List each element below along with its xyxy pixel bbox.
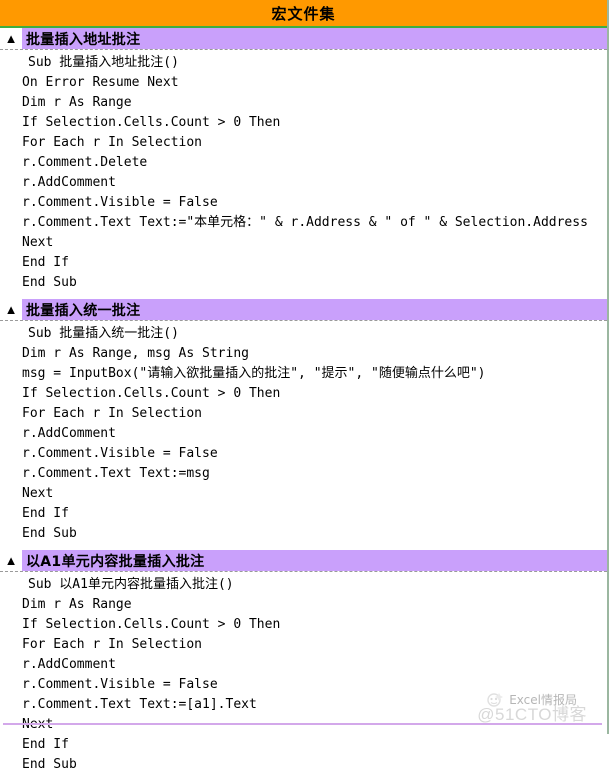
code-line: r.Comment.Delete: [22, 155, 148, 170]
code-line: End If: [22, 255, 69, 270]
code-line: r.Comment.Text Text:="本单元格：" & r.Address…: [22, 215, 588, 230]
code-line: msg = InputBox("请输入欲批量插入的批注", "提示", "随便输…: [22, 366, 486, 381]
code-line: Next: [22, 486, 54, 501]
page-footer: Excel情报局 @51CTO博客: [0, 690, 605, 734]
code-line: r.AddComment: [22, 657, 116, 672]
code-line: Dim r As Range, msg As String: [22, 346, 249, 361]
code-line: End If: [22, 737, 69, 752]
section-title-bar: 以A1单元内容批量插入批注: [22, 550, 607, 571]
page-title: 宏文件集: [271, 4, 336, 23]
section-title-bar: 批量插入统一批注: [22, 299, 607, 320]
macro-section: ▲ 批量插入地址批注 Sub 批量插入地址批注() On Error Resume N…: [0, 28, 607, 299]
sections-container: ▲ 批量插入地址批注 Sub 批量插入地址批注() On Error Resume N…: [0, 28, 607, 781]
code-line: Dim r As Range: [22, 95, 132, 110]
code-line: r.AddComment: [22, 175, 116, 190]
code-line: End Sub: [22, 757, 77, 772]
code-line: r.AddComment: [22, 426, 116, 441]
macro-collection-page: 宏文件集 ▲ 批量插入地址批注 Sub 批量插入地址批注() On Error Res…: [0, 0, 609, 781]
code-line: r.Comment.Visible = False: [22, 446, 218, 461]
code-line: On Error Resume Next: [22, 75, 179, 90]
code-block: Sub 批量插入地址批注() On Error Resume Next Dim r …: [0, 50, 607, 299]
code-line: For Each r In Selection: [22, 637, 203, 652]
site-watermark: @51CTO博客: [477, 705, 587, 724]
page-title-bar: 宏文件集: [0, 0, 607, 28]
collapse-toggle[interactable]: ▲: [0, 28, 22, 49]
code-line: End Sub: [22, 275, 77, 290]
code-line: r.Comment.Visible = False: [22, 195, 218, 210]
code-line: If Selection.Cells.Count > 0 Then: [22, 617, 281, 632]
triangle-up-icon: ▲: [4, 553, 18, 568]
footer-divider: [3, 723, 602, 725]
macro-section: ▲ 批量插入统一批注 Sub 批量插入统一批注() Dim r As Range, m…: [0, 299, 607, 550]
code-line: Dim r As Range: [22, 597, 132, 612]
code-line: For Each r In Selection: [22, 135, 203, 150]
section-title-text: 批量插入地址批注: [26, 31, 141, 48]
collapse-toggle[interactable]: ▲: [0, 550, 22, 571]
code-block: Sub 以A1单元内容批量插入批注() Dim r As Range If Sele…: [0, 572, 607, 781]
code-line: For Each r In Selection: [22, 406, 203, 421]
code-line: Sub 批量插入统一批注(): [28, 326, 179, 341]
code-line: End If: [22, 506, 69, 521]
macro-section: ▲ 以A1单元内容批量插入批注 Sub 以A1单元内容批量插入批注() Dim r A…: [0, 550, 607, 781]
code-line: Sub 批量插入地址批注(): [28, 55, 179, 70]
section-header[interactable]: ▲ 以A1单元内容批量插入批注: [0, 550, 607, 572]
code-line: Sub 以A1单元内容批量插入批注(): [28, 577, 234, 592]
section-title-text: 批量插入统一批注: [26, 302, 141, 319]
code-block: Sub 批量插入统一批注() Dim r As Range, msg As Str…: [0, 321, 607, 550]
collapse-toggle[interactable]: ▲: [0, 299, 22, 320]
code-line: Next: [22, 235, 54, 250]
section-header[interactable]: ▲ 批量插入统一批注: [0, 299, 607, 321]
triangle-up-icon: ▲: [4, 302, 18, 317]
code-line: If Selection.Cells.Count > 0 Then: [22, 115, 281, 130]
triangle-up-icon: ▲: [4, 31, 18, 46]
code-line: End Sub: [22, 526, 77, 541]
code-line: If Selection.Cells.Count > 0 Then: [22, 386, 281, 401]
section-title-text: 以A1单元内容批量插入批注: [26, 553, 205, 570]
code-line: r.Comment.Text Text:=msg: [22, 466, 210, 481]
section-title-bar: 批量插入地址批注: [22, 28, 607, 49]
section-header[interactable]: ▲ 批量插入地址批注: [0, 28, 607, 50]
